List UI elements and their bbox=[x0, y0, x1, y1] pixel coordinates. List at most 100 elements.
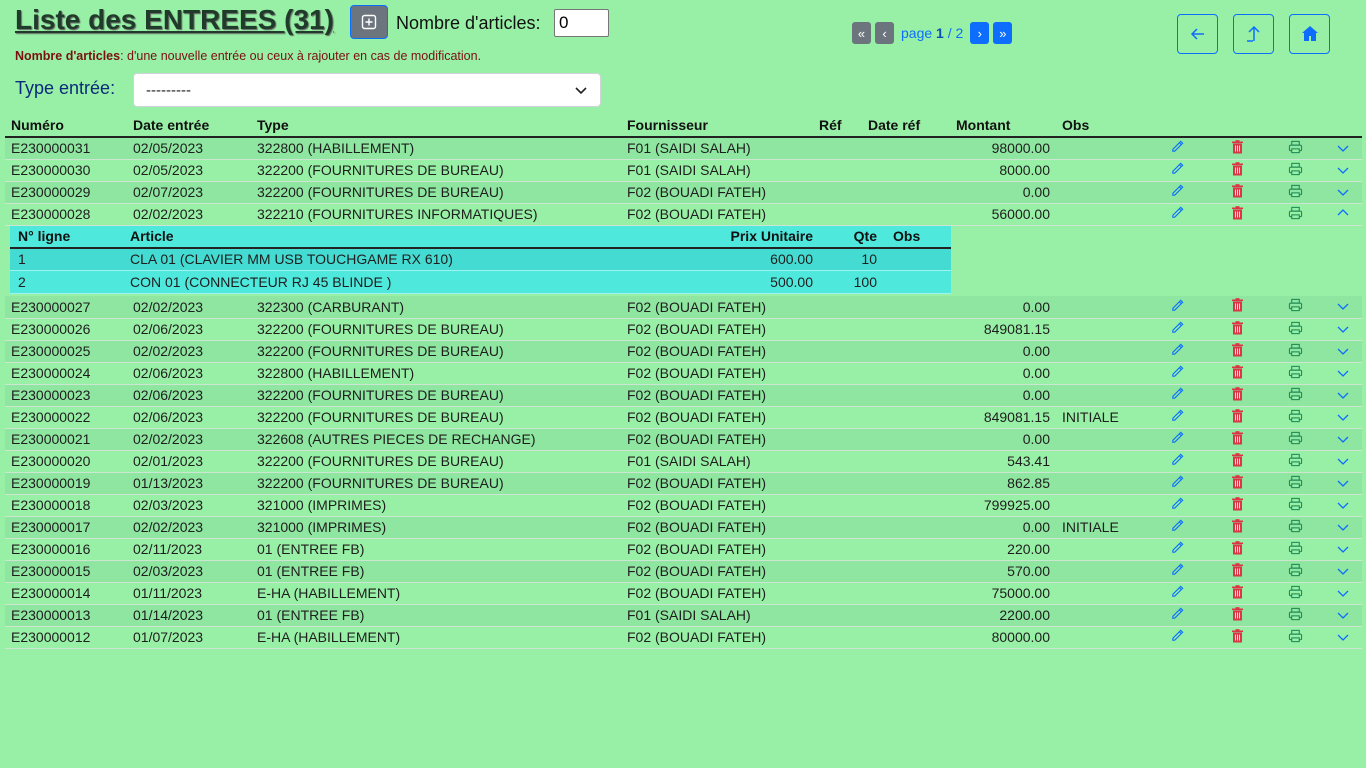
delete-button[interactable] bbox=[1207, 472, 1267, 495]
expand-row-button[interactable] bbox=[1323, 296, 1362, 319]
print-button[interactable] bbox=[1267, 137, 1323, 160]
delete-button[interactable] bbox=[1207, 516, 1267, 539]
delete-button[interactable] bbox=[1207, 626, 1267, 649]
edit-button[interactable] bbox=[1147, 406, 1207, 429]
print-button[interactable] bbox=[1267, 362, 1323, 385]
last-page-button[interactable]: » bbox=[993, 22, 1013, 44]
expand-row-button[interactable] bbox=[1323, 560, 1362, 583]
delete-button[interactable] bbox=[1207, 450, 1267, 473]
print-button[interactable] bbox=[1267, 406, 1323, 429]
edit-button[interactable] bbox=[1147, 159, 1207, 182]
delete-button[interactable] bbox=[1207, 181, 1267, 204]
print-button[interactable] bbox=[1267, 384, 1323, 407]
expand-row-button[interactable] bbox=[1323, 582, 1362, 605]
print-button[interactable] bbox=[1267, 203, 1323, 226]
expand-row-button[interactable] bbox=[1323, 137, 1362, 160]
collapse-row-button[interactable] bbox=[1323, 203, 1362, 226]
type-entree-select[interactable]: --------- bbox=[133, 73, 601, 107]
expand-row-button[interactable] bbox=[1323, 159, 1362, 182]
edit-button[interactable] bbox=[1147, 538, 1207, 561]
expand-row-button[interactable] bbox=[1323, 538, 1362, 561]
delete-button[interactable] bbox=[1207, 604, 1267, 627]
expand-row-button[interactable] bbox=[1323, 181, 1362, 204]
print-button[interactable] bbox=[1267, 450, 1323, 473]
print-button[interactable] bbox=[1267, 296, 1323, 319]
delete-button[interactable] bbox=[1207, 362, 1267, 385]
edit-button[interactable] bbox=[1147, 296, 1207, 319]
delete-button[interactable] bbox=[1207, 137, 1267, 160]
col-type[interactable]: Type bbox=[251, 114, 621, 138]
first-page-button[interactable]: « bbox=[852, 22, 871, 44]
delete-button[interactable] bbox=[1207, 203, 1267, 226]
print-button[interactable] bbox=[1267, 582, 1323, 605]
delete-button[interactable] bbox=[1207, 384, 1267, 407]
col-date-entree[interactable]: Date entrée bbox=[127, 114, 251, 138]
col-montant[interactable]: Montant bbox=[950, 114, 1056, 138]
edit-button[interactable] bbox=[1147, 203, 1207, 226]
col-fournisseur[interactable]: Fournisseur bbox=[621, 114, 813, 138]
edit-button[interactable] bbox=[1147, 428, 1207, 451]
expand-row-button[interactable] bbox=[1323, 362, 1362, 385]
print-button[interactable] bbox=[1267, 538, 1323, 561]
prev-page-button[interactable]: ‹ bbox=[875, 22, 894, 44]
edit-button[interactable] bbox=[1147, 384, 1207, 407]
col-obs[interactable]: Obs bbox=[1056, 114, 1147, 138]
edit-button[interactable] bbox=[1147, 362, 1207, 385]
edit-button[interactable] bbox=[1147, 604, 1207, 627]
expand-row-button[interactable] bbox=[1323, 318, 1362, 341]
edit-button[interactable] bbox=[1147, 582, 1207, 605]
expand-row-button[interactable] bbox=[1323, 384, 1362, 407]
delete-button[interactable] bbox=[1207, 340, 1267, 363]
edit-button[interactable] bbox=[1147, 494, 1207, 517]
delete-button[interactable] bbox=[1207, 159, 1267, 182]
print-button[interactable] bbox=[1267, 318, 1323, 341]
expand-row-button[interactable] bbox=[1323, 406, 1362, 429]
print-button[interactable] bbox=[1267, 472, 1323, 495]
print-button[interactable] bbox=[1267, 181, 1323, 204]
edit-button[interactable] bbox=[1147, 181, 1207, 204]
edit-button[interactable] bbox=[1147, 137, 1207, 160]
cell-montant: 0.00 bbox=[950, 340, 1056, 363]
delete-button[interactable] bbox=[1207, 538, 1267, 561]
delete-button[interactable] bbox=[1207, 428, 1267, 451]
edit-button[interactable] bbox=[1147, 340, 1207, 363]
col-date-ref[interactable]: Date réf bbox=[862, 114, 950, 138]
expand-row-button[interactable] bbox=[1323, 340, 1362, 363]
nb-articles-input[interactable] bbox=[554, 9, 609, 37]
edit-button[interactable] bbox=[1147, 516, 1207, 539]
delete-button[interactable] bbox=[1207, 560, 1267, 583]
expand-row-button[interactable] bbox=[1323, 472, 1362, 495]
print-button[interactable] bbox=[1267, 159, 1323, 182]
expand-row-button[interactable] bbox=[1323, 516, 1362, 539]
delete-button[interactable] bbox=[1207, 406, 1267, 429]
next-page-button[interactable]: › bbox=[970, 22, 990, 44]
expand-row-button[interactable] bbox=[1323, 604, 1362, 627]
print-button[interactable] bbox=[1267, 560, 1323, 583]
edit-button[interactable] bbox=[1147, 560, 1207, 583]
print-button[interactable] bbox=[1267, 516, 1323, 539]
edit-button[interactable] bbox=[1147, 472, 1207, 495]
edit-button[interactable] bbox=[1147, 318, 1207, 341]
expand-row-button[interactable] bbox=[1323, 450, 1362, 473]
delete-button[interactable] bbox=[1207, 296, 1267, 319]
delete-button[interactable] bbox=[1207, 494, 1267, 517]
expand-row-button[interactable] bbox=[1323, 494, 1362, 517]
print-button[interactable] bbox=[1267, 604, 1323, 627]
delete-button[interactable] bbox=[1207, 318, 1267, 341]
expand-row-button[interactable] bbox=[1323, 428, 1362, 451]
back-button[interactable] bbox=[1177, 14, 1218, 54]
print-button[interactable] bbox=[1267, 494, 1323, 517]
add-entry-button[interactable] bbox=[350, 5, 388, 39]
expand-row-button[interactable] bbox=[1323, 626, 1362, 649]
print-button[interactable] bbox=[1267, 428, 1323, 451]
home-button[interactable] bbox=[1289, 14, 1330, 54]
edit-button[interactable] bbox=[1147, 450, 1207, 473]
up-button[interactable] bbox=[1233, 14, 1274, 54]
print-button[interactable] bbox=[1267, 340, 1323, 363]
print-button[interactable] bbox=[1267, 626, 1323, 649]
edit-button[interactable] bbox=[1147, 626, 1207, 649]
col-numero[interactable]: Numéro bbox=[5, 114, 127, 138]
delete-button[interactable] bbox=[1207, 582, 1267, 605]
cell-type: 322200 (FOURNITURES DE BUREAU) bbox=[251, 318, 621, 341]
col-ref[interactable]: Réf bbox=[813, 114, 862, 138]
